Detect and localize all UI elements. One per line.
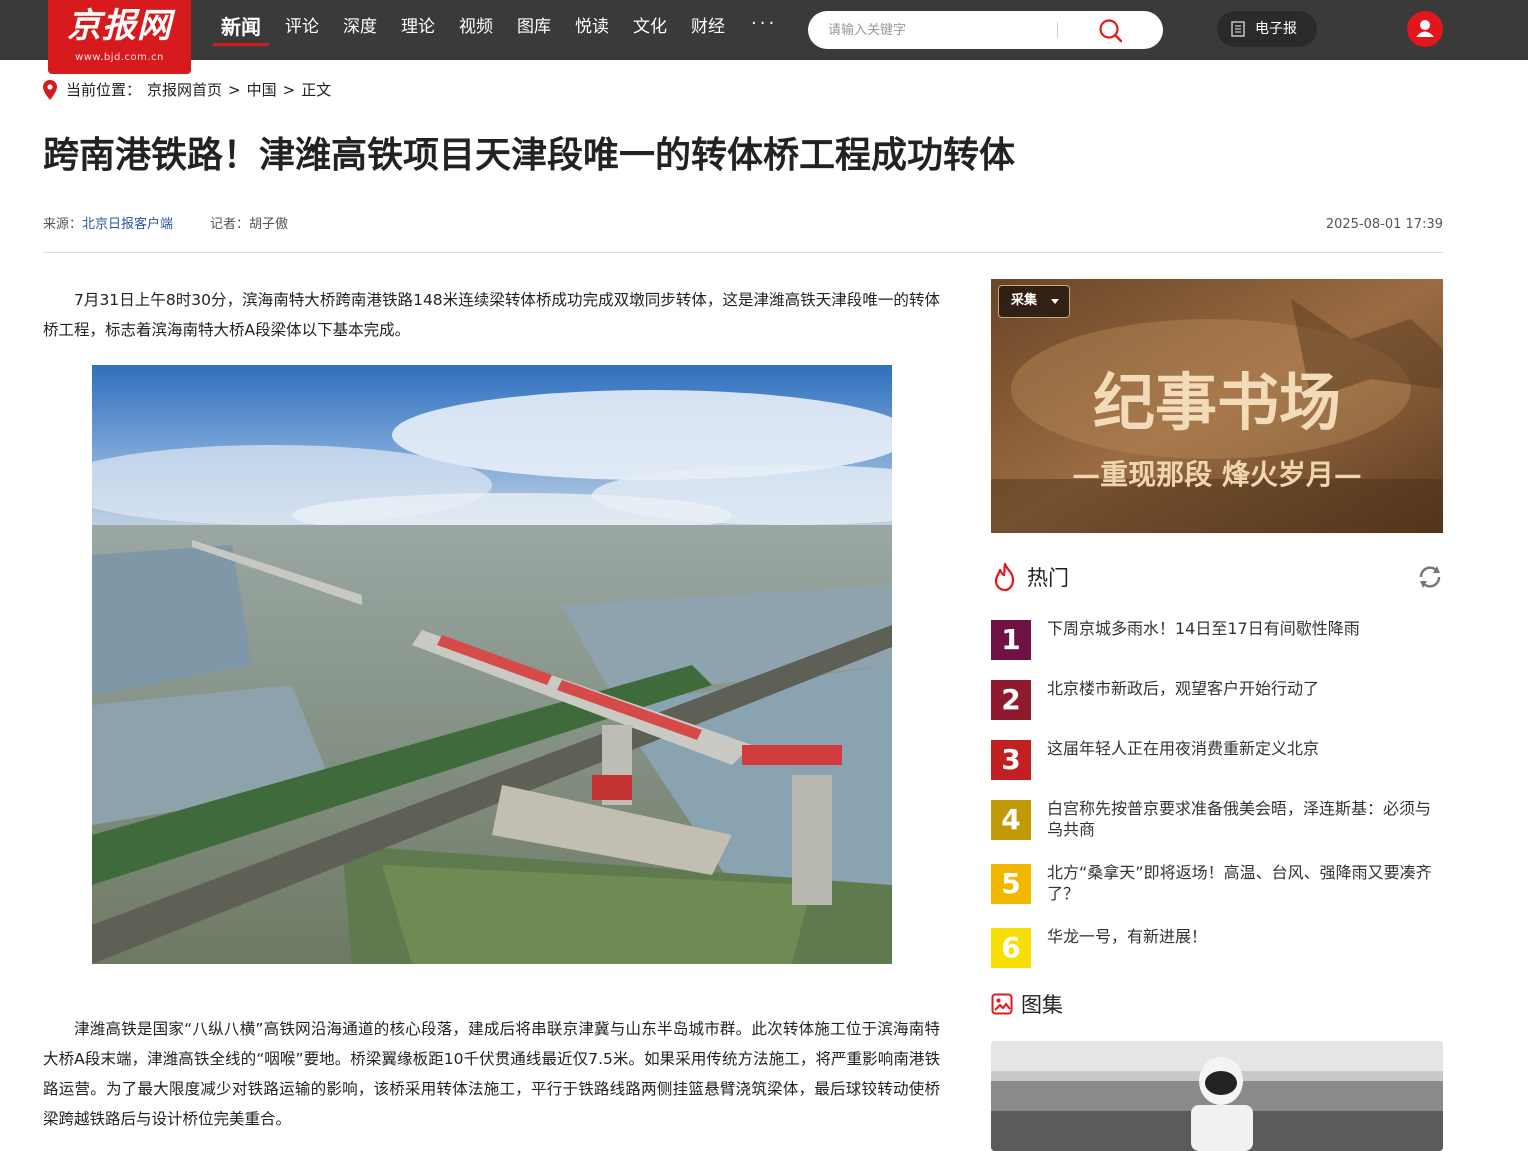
article-paragraph: 7月31日上午8时30分，滨海南特大桥跨南港铁路148米连续梁转体桥成功完成双墩… (43, 291, 940, 339)
breadcrumb-prefix: 当前位置： (66, 81, 142, 99)
rank-badge: 3 (991, 740, 1031, 780)
collect-dropdown[interactable]: 采集 (998, 285, 1070, 318)
nav-more-button[interactable]: ··· (741, 0, 787, 60)
hot-item-title: 北方“桑拿天”即将返场！高温、台风、强降雨又要凑齐了？ (1047, 863, 1432, 903)
rank-badge: 5 (991, 864, 1031, 904)
epaper-button[interactable]: 电子报 (1217, 11, 1317, 47)
newspaper-icon (1231, 21, 1245, 37)
hot-section-title: 热门 (1027, 566, 1069, 590)
logo-text: 京报网 (67, 6, 172, 46)
breadcrumb-separator: > (228, 81, 241, 99)
nav-item-video[interactable]: 视频 (451, 0, 501, 60)
gallery-thumbnail-robot[interactable] (991, 1041, 1443, 1151)
rank-badge: 4 (991, 800, 1031, 840)
banner-headline: 纪事书场 (1093, 366, 1341, 439)
collect-label: 采集 (1011, 293, 1038, 308)
article-title: 跨南港铁路！津潍高铁项目天津段唯一的转体桥工程成功转体 (43, 135, 1016, 176)
nav-item-news[interactable]: 新闻 (213, 0, 269, 60)
reporter-name: 胡子傲 (249, 217, 289, 232)
search-box (808, 11, 1163, 49)
reporter-label: 记者： (210, 217, 250, 232)
gallery-section-title: 图集 (1021, 993, 1063, 1017)
hot-item-title: 北京楼市新政后，观望客户开始行动了 (1047, 679, 1320, 698)
top-bar: 京报网 www.bjd.com.cn 新闻 评论 深度 理论 视频 图库 悦读 … (0, 0, 1528, 74)
hot-item-title: 白宫称先按普京要求准备俄美会晤，泽连斯基：必须与乌共商 (1047, 799, 1432, 839)
breadcrumb: 当前位置： 京报网首页 > 中国 > 正文 (43, 78, 337, 102)
nav-item-finance[interactable]: 财经 (683, 0, 733, 60)
hot-item-title: 这届年轻人正在用夜消费重新定义北京 (1047, 739, 1320, 758)
breadcrumb-separator: > (282, 81, 296, 99)
rank-badge: 1 (991, 620, 1031, 660)
breadcrumb-current: 正文 (301, 81, 332, 99)
article-paragraph: 津潍高铁是国家“八纵八横”高铁网沿海通道的核心段落，建成后将串联京津冀与山东半岛… (43, 1020, 940, 1128)
nav-item-reading[interactable]: 悦读 (567, 0, 617, 60)
hot-item-title: 下周京城多雨水！14日至17日有间歇性降雨 (1047, 619, 1360, 638)
hot-item-title: 华龙一号，有新进展！ (1047, 927, 1208, 946)
hot-section-header: 热门 (991, 561, 1069, 593)
logo-url: www.bjd.com.cn (75, 52, 164, 63)
source-label: 来源： (43, 217, 83, 232)
search-divider (1057, 22, 1058, 38)
epaper-label: 电子报 (1255, 21, 1297, 37)
nav-item-gallery[interactable]: 图库 (509, 0, 559, 60)
breadcrumb-home-link[interactable]: 京报网首页 (147, 78, 222, 102)
location-pin-icon (43, 80, 57, 100)
banner-subline: —重现那段 烽火岁月— (1072, 458, 1362, 491)
source-link[interactable]: 北京日报客户端 (82, 217, 173, 232)
user-icon (1416, 20, 1434, 37)
publish-datetime: 2025-08-01 17:39 (1325, 217, 1443, 232)
rank-badge: 2 (991, 680, 1031, 720)
breadcrumb-china-link[interactable]: 中国 (247, 78, 277, 102)
nav-item-depth[interactable]: 深度 (335, 0, 385, 60)
reporter-info: 记者：胡子傲 (210, 214, 288, 236)
gallery-section-header: 图集 (991, 988, 1063, 1020)
site-logo[interactable]: 京报网 www.bjd.com.cn (48, 0, 191, 74)
main-nav: 新闻 评论 深度 理论 视频 图库 悦读 文化 财经 ··· (213, 0, 787, 60)
caret-down-icon (1051, 299, 1059, 304)
search-icon[interactable] (1098, 18, 1124, 44)
search-input[interactable] (828, 20, 1048, 40)
nav-item-theory[interactable]: 理论 (393, 0, 443, 60)
nav-item-culture[interactable]: 文化 (625, 0, 675, 60)
user-button[interactable] (1407, 11, 1443, 47)
refresh-icon[interactable] (1417, 564, 1443, 590)
title-divider (43, 252, 1443, 253)
rank-badge: 6 (991, 928, 1031, 968)
article-photo-bridge (92, 365, 892, 964)
image-gallery-icon (991, 993, 1013, 1015)
nav-item-commentary[interactable]: 评论 (277, 0, 327, 60)
flame-icon (994, 562, 1015, 592)
article-meta: 来源：北京日报客户端 记者：胡子傲 2025-08-01 17:39 (43, 214, 1443, 236)
